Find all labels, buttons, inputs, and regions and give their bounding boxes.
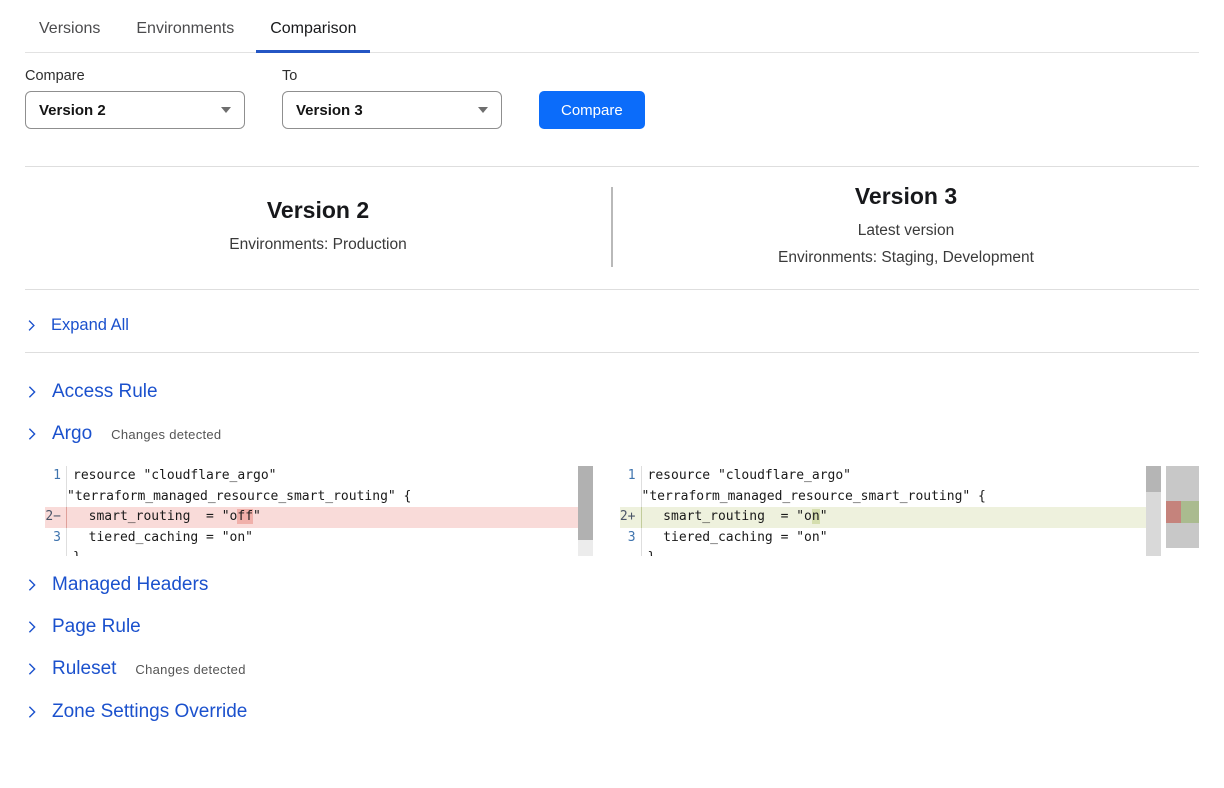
diff-overview-ruler bbox=[1166, 466, 1199, 548]
chevron-right-icon bbox=[25, 385, 39, 399]
code-line-added: 2+ smart_routing = "on" bbox=[620, 507, 1162, 528]
chevron-right-icon bbox=[25, 662, 39, 676]
code-text: tiered_caching = "on" bbox=[67, 528, 253, 549]
chevron-down-icon bbox=[478, 107, 488, 113]
compare-button[interactable]: Compare bbox=[539, 91, 645, 129]
tab-versions[interactable]: Versions bbox=[25, 12, 114, 52]
line-number: 1 bbox=[45, 466, 67, 487]
changes-detected-badge: Changes detected bbox=[135, 662, 245, 677]
section-label: Access Rule bbox=[52, 381, 158, 403]
chevron-right-icon bbox=[25, 319, 38, 332]
version-right-header: Version 3 Latest version Environments: S… bbox=[613, 183, 1199, 271]
diff-right-panel: 1 resource "cloudflare_argo" "terraform_… bbox=[620, 466, 1162, 556]
tab-comparison[interactable]: Comparison bbox=[256, 12, 370, 52]
divider bbox=[25, 352, 1199, 353]
code-text: resource "cloudflare_argo" bbox=[67, 466, 277, 487]
left-scrollbar-thumb[interactable] bbox=[578, 466, 593, 540]
code-line: } bbox=[620, 548, 1162, 556]
code-line: } bbox=[45, 548, 593, 556]
compare-form: Compare Version 2 To Version 3 Compare bbox=[25, 68, 1199, 129]
version-right-latest-label: Latest version bbox=[613, 217, 1199, 244]
section-access-rule[interactable]: Access Rule bbox=[25, 381, 1199, 403]
compare-to-select[interactable]: Version 3 bbox=[282, 91, 502, 129]
code-line: "terraform_managed_resource_smart_routin… bbox=[620, 487, 1162, 508]
code-text: resource "cloudflare_argo" bbox=[642, 466, 852, 487]
section-argo[interactable]: Argo Changes detected bbox=[25, 423, 1199, 445]
right-scrollbar[interactable] bbox=[1146, 466, 1161, 556]
added-marker bbox=[1181, 501, 1199, 523]
version-headers: Version 2 Environments: Production Versi… bbox=[25, 167, 1199, 289]
code-line: "terraform_managed_resource_smart_routin… bbox=[45, 487, 593, 508]
chevron-right-icon bbox=[25, 620, 39, 634]
resource-sections: Access Rule Argo Changes detected 1 reso… bbox=[25, 381, 1199, 723]
code-text: } bbox=[642, 548, 656, 556]
code-text: smart_routing = "on" bbox=[642, 507, 828, 528]
line-number bbox=[620, 487, 642, 508]
code-line: 1 resource "cloudflare_argo" bbox=[620, 466, 1162, 487]
line-number: 2+ bbox=[620, 507, 642, 528]
section-label: Ruleset bbox=[52, 658, 116, 680]
tab-environments[interactable]: Environments bbox=[122, 12, 248, 52]
tab-bar: Versions Environments Comparison bbox=[25, 0, 1199, 53]
version-left-environments: Environments: Production bbox=[25, 231, 611, 258]
code-line: 3 tiered_caching = "on" bbox=[620, 528, 1162, 549]
section-label: Page Rule bbox=[52, 616, 141, 638]
version-left-title: Version 2 bbox=[25, 197, 611, 224]
removed-char-highlight: ff bbox=[237, 509, 253, 524]
code-text: tiered_caching = "on" bbox=[642, 528, 828, 549]
expand-all-button[interactable]: Expand All bbox=[25, 290, 1199, 352]
line-number bbox=[620, 548, 642, 556]
line-number: 1 bbox=[620, 466, 642, 487]
removed-marker bbox=[1166, 501, 1181, 523]
line-number: 3 bbox=[620, 528, 642, 549]
compare-from-select[interactable]: Version 2 bbox=[25, 91, 245, 129]
compare-to-label: To bbox=[282, 68, 502, 84]
diff-change-marker bbox=[1166, 501, 1199, 523]
code-text: smart_routing = "off" bbox=[67, 507, 261, 528]
code-line: 3 tiered_caching = "on" bbox=[45, 528, 593, 549]
code-line: 1 resource "cloudflare_argo" bbox=[45, 466, 593, 487]
section-ruleset[interactable]: Ruleset Changes detected bbox=[25, 658, 1199, 680]
version-left-header: Version 2 Environments: Production bbox=[25, 197, 611, 258]
line-number bbox=[45, 487, 67, 508]
section-label: Argo bbox=[52, 423, 92, 445]
compare-from-label: Compare bbox=[25, 68, 245, 84]
compare-from-value: Version 2 bbox=[39, 102, 106, 119]
added-char-highlight: n bbox=[812, 509, 820, 524]
expand-all-label: Expand All bbox=[51, 316, 129, 335]
changes-detected-badge: Changes detected bbox=[111, 427, 221, 442]
chevron-right-icon bbox=[25, 705, 39, 719]
diff-left-panel: 1 resource "cloudflare_argo" "terraform_… bbox=[45, 466, 593, 556]
version-right-title: Version 3 bbox=[613, 183, 1199, 210]
section-page-rule[interactable]: Page Rule bbox=[25, 616, 1199, 638]
code-line-removed: 2− smart_routing = "off" bbox=[45, 507, 593, 528]
section-managed-headers[interactable]: Managed Headers bbox=[25, 574, 1199, 596]
version-right-environments: Environments: Staging, Development bbox=[613, 244, 1199, 271]
section-zone-settings-override[interactable]: Zone Settings Override bbox=[25, 701, 1199, 723]
left-scrollbar[interactable] bbox=[578, 466, 593, 556]
chevron-right-icon bbox=[25, 427, 39, 441]
right-scrollbar-thumb[interactable] bbox=[1146, 466, 1161, 492]
section-label: Zone Settings Override bbox=[52, 701, 247, 723]
code-text: } bbox=[67, 548, 81, 556]
line-number: 3 bbox=[45, 528, 67, 549]
line-number: 2− bbox=[45, 507, 67, 528]
line-number bbox=[45, 548, 67, 556]
chevron-right-icon bbox=[25, 578, 39, 592]
chevron-down-icon bbox=[221, 107, 231, 113]
code-text: "terraform_managed_resource_smart_routin… bbox=[67, 487, 411, 508]
code-text: "terraform_managed_resource_smart_routin… bbox=[642, 487, 986, 508]
section-label: Managed Headers bbox=[52, 574, 208, 596]
compare-to-value: Version 3 bbox=[296, 102, 363, 119]
argo-diff-viewer: 1 resource "cloudflare_argo" "terraform_… bbox=[45, 466, 1199, 556]
